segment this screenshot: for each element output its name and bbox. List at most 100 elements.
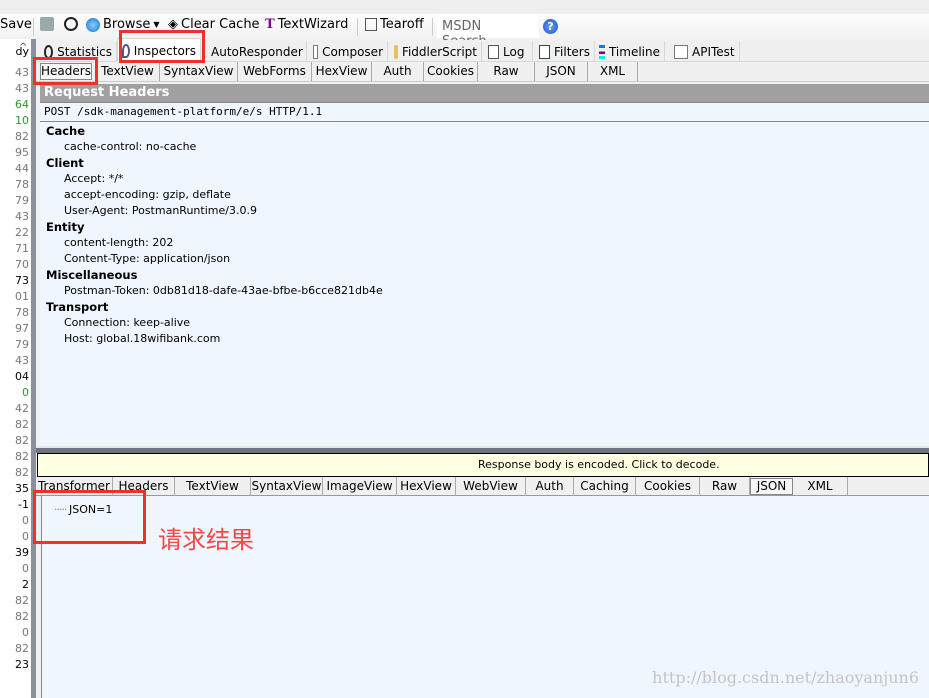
request-line: POST /sdk-management-platform/e/s HTTP/1… [40,102,929,122]
response-tab-cookies[interactable]: Cookies [636,477,700,496]
header-group[interactable]: Entity [46,220,84,234]
tab-label: Filters [554,44,590,59]
request-tab-webforms[interactable]: WebForms [238,62,312,81]
horizontal-splitter[interactable] [36,446,929,453]
checkbox-icon [539,44,551,59]
request-tab-raw[interactable]: Raw [478,62,535,81]
session-row-value[interactable]: 35 [15,482,29,495]
msdn-search-input[interactable]: MSDN Search... [437,15,539,49]
tearoff-button[interactable]: Tearoff [365,17,424,32]
pencil-icon [313,44,319,59]
session-row-value[interactable]: 22 [15,226,29,239]
vertical-splitter[interactable] [31,39,36,698]
header-group[interactable]: Cache [46,124,85,138]
response-tab-syntaxview[interactable]: SyntaxView [251,477,323,496]
tab-fiddlerscript[interactable]: FiddlerScript [390,41,482,62]
tab-apitest[interactable]: APITest [670,41,740,62]
session-row-value[interactable]: 43 [15,210,29,223]
session-row-value[interactable]: 43 [15,66,29,79]
session-row-value[interactable]: 82 [15,130,29,143]
response-tab-webview[interactable]: WebView [456,477,526,496]
tab-timeline[interactable]: Timeline [595,41,665,62]
session-row-value[interactable]: -1 [18,498,29,511]
response-tab-imageview[interactable]: ImageView [323,477,397,496]
session-row-value[interactable]: 79 [15,194,29,207]
session-row-value[interactable]: 0 [22,514,29,527]
header-group[interactable]: Transport [46,300,108,314]
header-item[interactable]: Connection: keep-alive [64,316,190,329]
session-row-value[interactable]: 95 [15,146,29,159]
session-row-value[interactable]: 82 [15,466,29,479]
session-row-value[interactable]: 82 [15,594,29,607]
timer-button[interactable] [64,17,78,31]
header-item[interactable]: content-length: 202 [64,236,173,249]
session-row-value[interactable]: 39 [15,546,29,559]
request-tab-textview[interactable]: TextView [96,62,160,81]
session-row-value[interactable]: 78 [15,178,29,191]
session-row-value[interactable]: 01 [15,290,29,303]
request-tab-xml[interactable]: XML [588,62,638,81]
session-row-value[interactable]: 10 [15,114,29,127]
session-row-value[interactable]: 82 [15,610,29,623]
session-row-value[interactable]: 71 [15,242,29,255]
response-tab-hexview[interactable]: HexView [397,477,456,496]
session-row-value[interactable]: 0 [22,626,29,639]
session-list[interactable]: dy 43 43 64 10 82 95 44 78 79 43 22 71 70 73 01 78 97 79 4… [0,39,31,698]
session-row-value[interactable]: 64 [15,98,29,111]
tab-label: Composer [322,44,383,59]
textwizard-button[interactable]: T TextWizard [265,17,348,32]
chevron-up-icon[interactable]: ^ [19,42,27,53]
tab-log[interactable]: Log [484,41,533,62]
stopwatch-icon [64,17,78,31]
session-row-value[interactable]: 0 [22,530,29,543]
session-row-value[interactable]: 04 [15,370,29,383]
response-tab-raw[interactable]: Raw [700,477,750,496]
session-row-value[interactable]: 42 [15,402,29,415]
session-row-value[interactable]: 70 [15,258,29,271]
request-tab-hexview[interactable]: HexView [312,62,372,81]
header-item[interactable]: Content-Type: application/json [64,252,230,265]
tab-composer[interactable]: Composer [309,41,388,62]
response-tab-caching[interactable]: Caching [574,477,636,496]
session-row-value[interactable]: 43 [15,354,29,367]
response-tab-textview[interactable]: TextView [175,477,251,496]
header-item[interactable]: Postman-Token: 0db81d18-dafe-43ae-bfbe-b… [64,284,383,297]
header-group[interactable]: Client [46,156,84,170]
session-row-value[interactable]: 0 [22,386,29,399]
header-item[interactable]: User-Agent: PostmanRuntime/3.0.9 [64,204,257,217]
tab-autoresponder[interactable]: AutoResponder [203,41,307,62]
tab-filters[interactable]: Filters [535,41,595,62]
screenshot-button[interactable] [40,17,54,31]
session-row-value[interactable]: 82 [15,450,29,463]
decode-notice[interactable]: Response body is encoded. Click to decod… [37,453,929,477]
session-row-value[interactable]: 82 [15,434,29,447]
response-tab-json[interactable]: JSON [750,478,793,495]
session-row-value[interactable]: 97 [15,322,29,335]
session-row-value[interactable]: 23 [15,658,29,671]
request-tab-syntaxview[interactable]: SyntaxView [160,62,238,81]
header-group[interactable]: Miscellaneous [46,268,137,282]
request-tab-auth[interactable]: Auth [372,62,424,81]
session-row-value[interactable]: 2 [22,578,29,591]
save-button[interactable]: Save [0,17,32,32]
response-tab-xml[interactable]: XML [793,477,848,496]
request-tab-cookies[interactable]: Cookies [424,62,478,81]
session-row-value[interactable]: 79 [15,338,29,351]
session-row-value[interactable]: 82 [15,418,29,431]
header-item[interactable]: accept-encoding: gzip, deflate [64,188,231,201]
session-row-value[interactable]: 73 [15,274,29,287]
header-item[interactable]: Accept: */* [64,172,123,185]
session-row-value[interactable]: 82 [15,642,29,655]
session-row-value[interactable]: 0 [22,562,29,575]
session-row-value[interactable]: 43 [15,82,29,95]
session-row-value[interactable]: 78 [15,306,29,319]
request-tab-json[interactable]: JSON [535,62,588,81]
tab-label: AutoResponder [211,44,303,59]
header-item[interactable]: Host: global.18wifibank.com [64,332,220,345]
response-tabs: Transformer Headers TextView SyntaxView Imag… [36,477,929,496]
help-icon[interactable]: ? [543,19,558,34]
header-item[interactable]: cache-control: no-cache [64,140,196,153]
response-tab-auth[interactable]: Auth [526,477,574,496]
tearoff-icon [365,18,377,31]
session-row-value[interactable]: 44 [15,162,29,175]
